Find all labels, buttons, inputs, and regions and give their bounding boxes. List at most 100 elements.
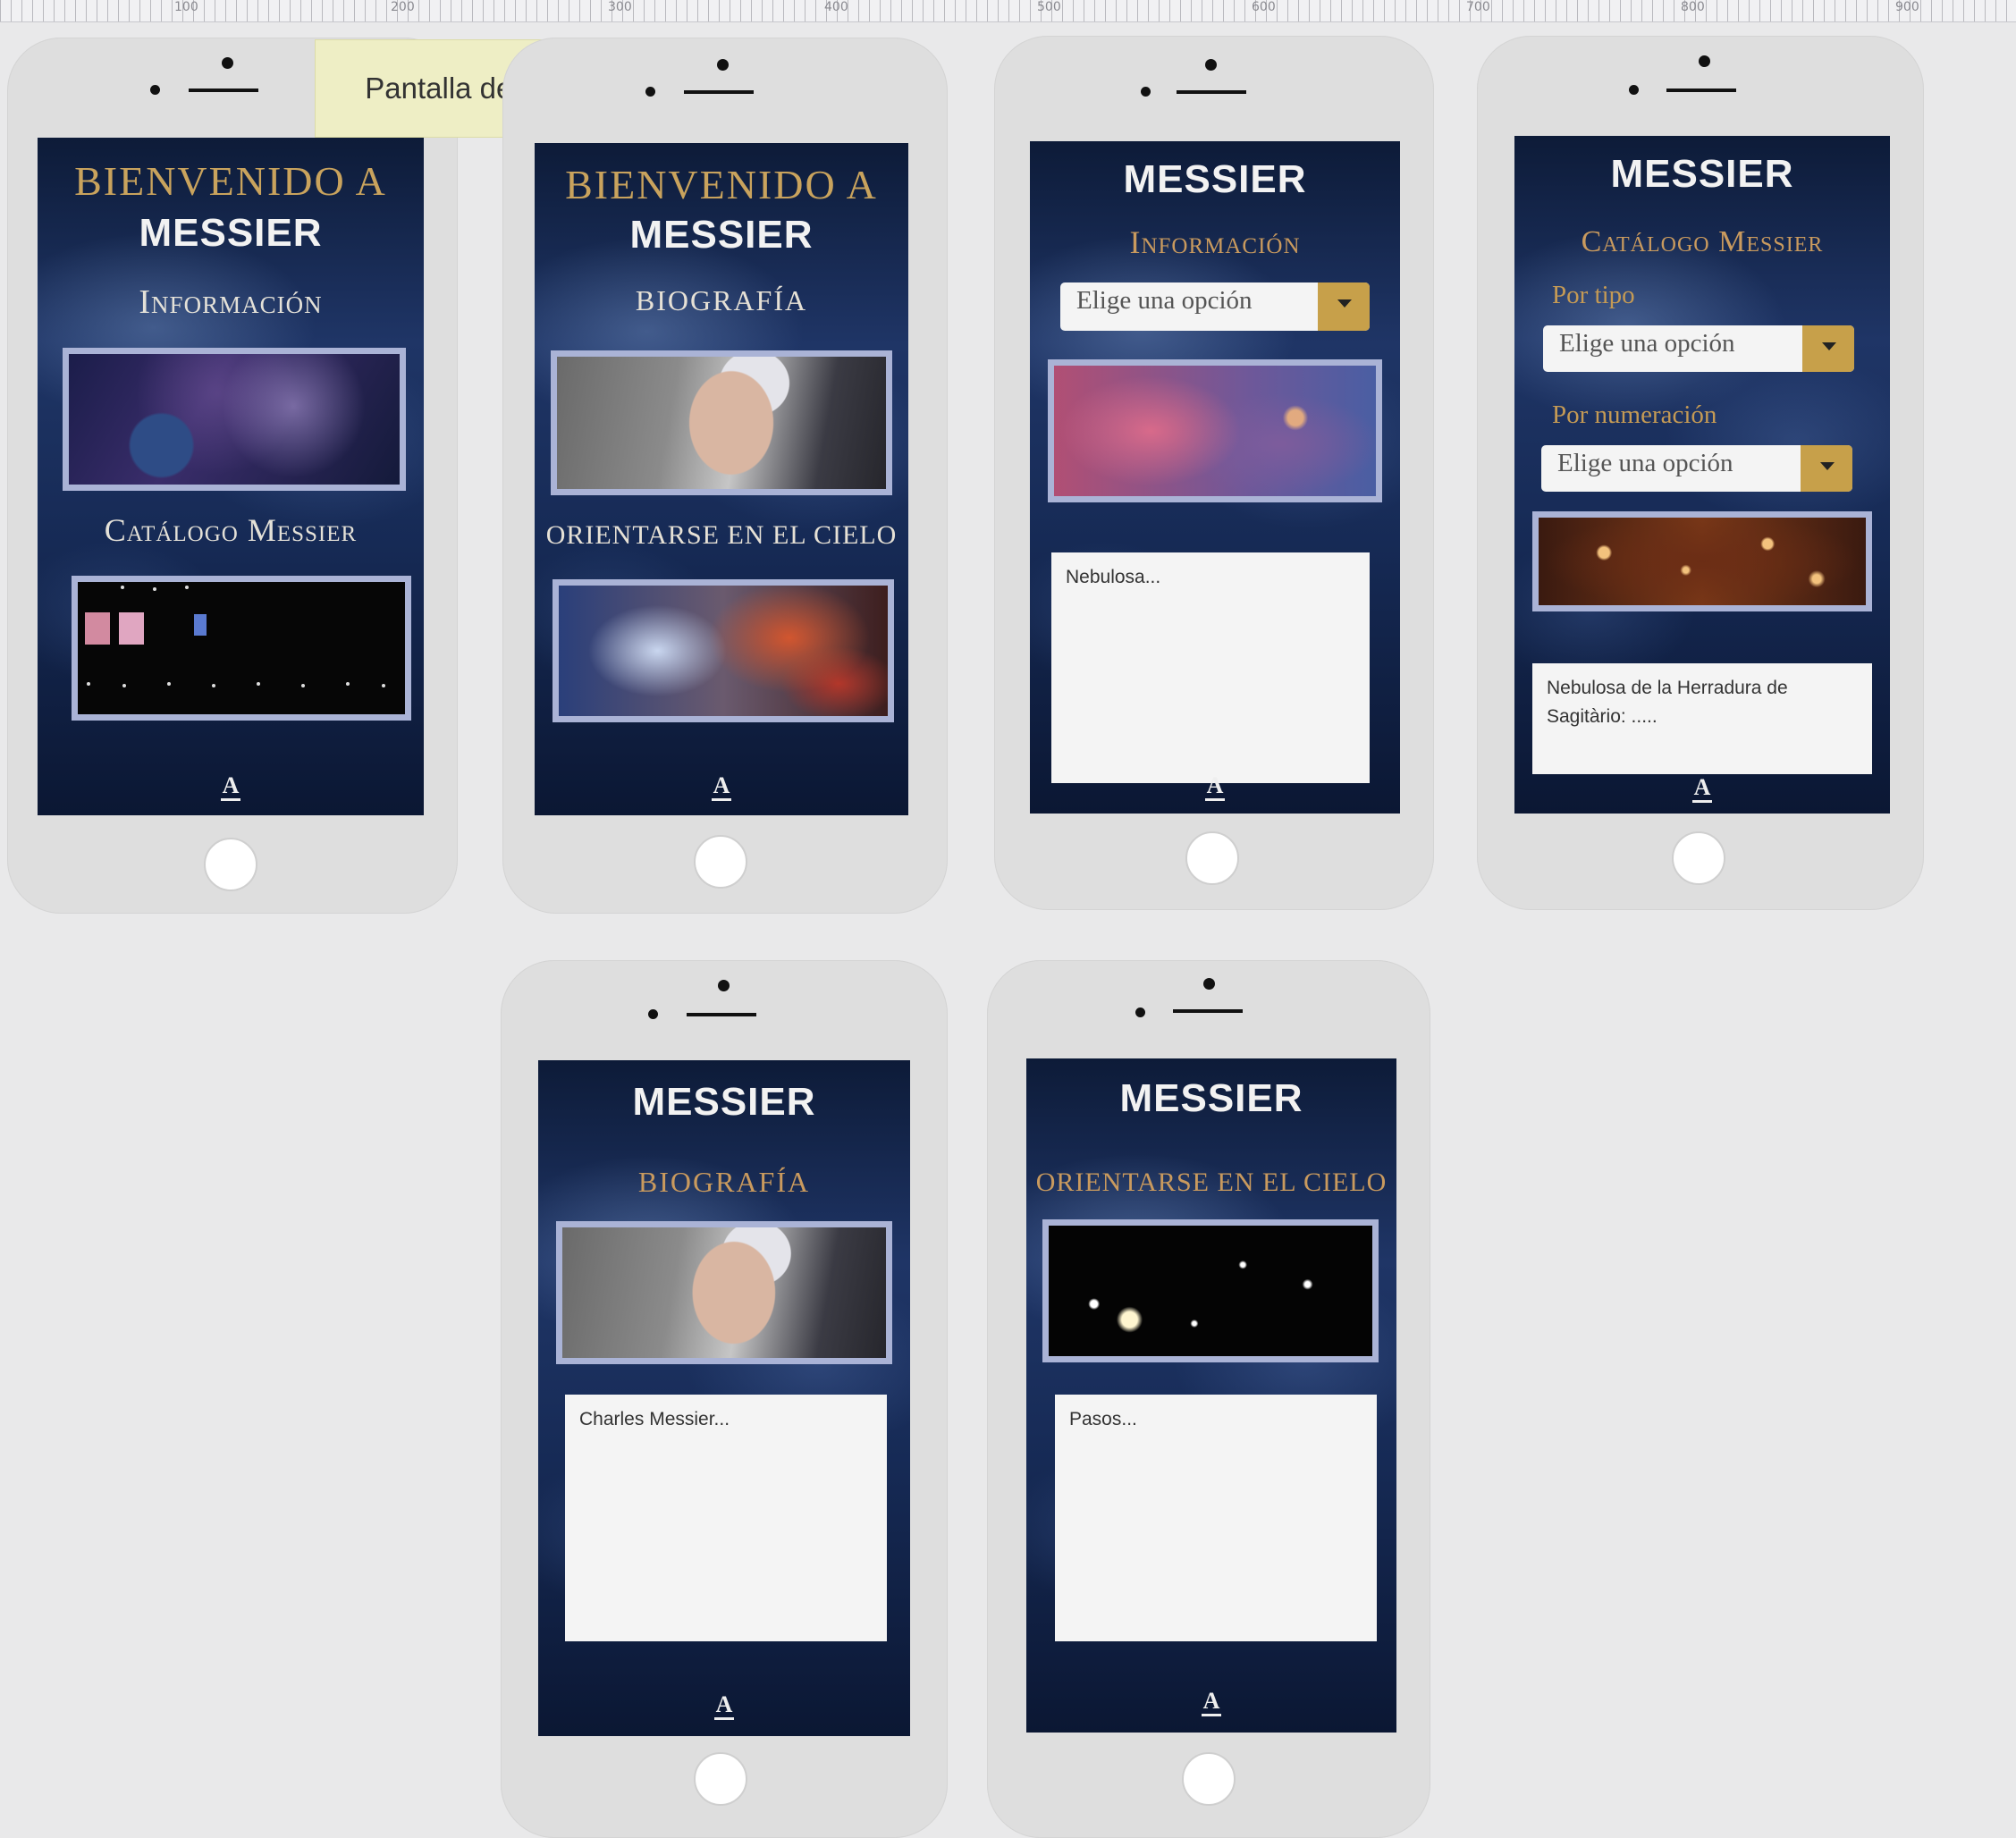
phone-mockup-biography[interactable]: MESSIER BIOGRAFÍA Charles Messier... A: [501, 960, 948, 1838]
speaker-icon: [189, 89, 258, 92]
catalog-thumbnail: [194, 614, 207, 636]
ruler-tick: 200: [391, 0, 415, 14]
speaker-icon: [1173, 1009, 1243, 1013]
speaker-icon: [687, 1013, 756, 1016]
catalog-text-box: Nebulosa de la Herradura de Sagitàrio: .…: [1532, 663, 1872, 774]
phone-mockup-info[interactable]: MESSIER Información Elige una opción Neb…: [994, 36, 1434, 910]
catalog-thumbnail: [85, 612, 110, 645]
catalog-star: [153, 587, 156, 591]
home-button[interactable]: [204, 838, 257, 891]
page-subtitle: Información: [1129, 224, 1301, 260]
catalog-star: [257, 682, 260, 686]
catalog-image: [1532, 511, 1872, 611]
home-button[interactable]: [694, 835, 747, 889]
number-select[interactable]: Elige una opción: [1541, 445, 1852, 492]
info-section-link[interactable]: Información: [38, 282, 424, 322]
orientation-image[interactable]: [553, 579, 894, 722]
type-select[interactable]: Elige una opción: [1543, 325, 1854, 372]
catalog-star: [382, 684, 385, 687]
ruler-tick: 100: [174, 0, 198, 14]
page-subtitle: BIOGRAFÍA: [637, 1166, 811, 1198]
app-logo: A: [538, 1691, 910, 1720]
speaker-icon: [684, 90, 754, 94]
camera-icon: [1205, 59, 1217, 71]
logo-letter: A: [220, 772, 241, 801]
logo-letter: A: [713, 1691, 735, 1720]
phone-screen: MESSIER ORIENTARSE EN EL CIELO Pasos... …: [1026, 1058, 1396, 1733]
filter-type-label: Por tipo: [1552, 281, 1635, 309]
select-value: Elige una opción: [1557, 449, 1733, 477]
orientation-section-link[interactable]: ORIENTARSE EN EL CIELO: [535, 520, 908, 551]
catalog-star: [346, 682, 350, 686]
catalog-star: [212, 684, 215, 687]
phone-screen: BIENVENIDO A MESSIER Información Catálog…: [38, 138, 424, 815]
home-button[interactable]: [1185, 831, 1239, 885]
ruler-tick: 300: [608, 0, 632, 14]
info-image[interactable]: [63, 348, 406, 491]
phone-screen: MESSIER Catálogo Messier Por tipo Elige …: [1514, 136, 1890, 814]
catalog-star: [301, 684, 305, 687]
ruler-tick: 600: [1252, 0, 1276, 14]
logo-letter: A: [711, 772, 732, 801]
select-value: Elige una opción: [1559, 329, 1735, 358]
page-subtitle: ORIENTARSE EN EL CIELO: [1035, 1168, 1388, 1197]
sensor-icon: [150, 85, 160, 95]
dropdown-arrow-icon[interactable]: [1802, 325, 1854, 372]
dropdown-arrow-icon[interactable]: [1801, 445, 1852, 492]
catalog-star: [185, 586, 189, 589]
info-image: [1048, 359, 1382, 502]
home-button[interactable]: [1672, 831, 1725, 885]
catalog-thumbnail: [119, 612, 144, 645]
phone-screen: MESSIER Información Elige una opción Neb…: [1030, 141, 1400, 814]
phone-mockup-catalog[interactable]: MESSIER Catálogo Messier Por tipo Elige …: [1477, 36, 1924, 910]
logo-letter: A: [1691, 774, 1713, 803]
biography-image[interactable]: [551, 350, 892, 495]
camera-icon: [1203, 978, 1215, 990]
ruler-tick: 400: [824, 0, 848, 14]
app-title: MESSIER: [1123, 157, 1307, 201]
info-select[interactable]: Elige una opción: [1060, 282, 1370, 331]
app-title: MESSIER: [629, 213, 814, 257]
phone-mockup-home-alt[interactable]: BIENVENIDO A MESSIER BIOGRAFÍA ORIENTARS…: [502, 38, 948, 914]
ruler-tick: 700: [1466, 0, 1490, 14]
catalog-star: [87, 682, 90, 686]
sensor-icon: [648, 1009, 658, 1019]
sensor-icon: [1141, 87, 1151, 97]
phone-mockup-orientation[interactable]: MESSIER ORIENTARSE EN EL CIELO Pasos... …: [987, 960, 1430, 1838]
home-button[interactable]: [1182, 1752, 1236, 1806]
phone-mockup-home[interactable]: BIENVENIDO A MESSIER Información Catálog…: [7, 38, 458, 914]
speaker-icon: [1177, 90, 1246, 94]
app-logo: A: [1030, 772, 1400, 801]
dropdown-arrow-icon[interactable]: [1318, 282, 1370, 331]
orientation-text-box: Pasos...: [1055, 1395, 1377, 1641]
ruler-tick: 900: [1895, 0, 1919, 14]
app-title: MESSIER: [1610, 152, 1794, 196]
camera-icon: [717, 59, 729, 71]
ruler-tick: 500: [1037, 0, 1061, 14]
camera-icon: [222, 57, 233, 69]
speaker-icon: [1666, 89, 1736, 92]
phone-screen: MESSIER BIOGRAFÍA Charles Messier... A: [538, 1060, 910, 1736]
home-button[interactable]: [694, 1752, 747, 1806]
camera-icon: [718, 980, 730, 991]
ruler-tick: 800: [1681, 0, 1705, 14]
catalog-star: [122, 684, 126, 687]
catalog-star: [167, 682, 171, 686]
catalog-image[interactable]: [72, 576, 411, 721]
app-logo: A: [1026, 1688, 1396, 1716]
app-title: MESSIER: [632, 1080, 816, 1124]
app-logo: A: [38, 772, 424, 801]
page-subtitle: Catálogo Messier: [1581, 225, 1824, 258]
biography-section-link[interactable]: BIOGRAFÍA: [535, 284, 908, 317]
orientation-image: [1042, 1219, 1379, 1362]
app-logo: A: [535, 772, 908, 801]
welcome-title: BIENVENIDO A: [565, 162, 878, 207]
biography-image: [556, 1221, 892, 1364]
catalog-section-link[interactable]: Catálogo Messier: [38, 511, 424, 549]
sensor-icon: [645, 87, 655, 97]
select-value: Elige una opción: [1076, 286, 1253, 315]
app-title: MESSIER: [1119, 1076, 1303, 1120]
phone-screen: BIENVENIDO A MESSIER BIOGRAFÍA ORIENTARS…: [535, 143, 908, 815]
catalog-star: [121, 586, 124, 589]
camera-icon: [1699, 55, 1710, 67]
